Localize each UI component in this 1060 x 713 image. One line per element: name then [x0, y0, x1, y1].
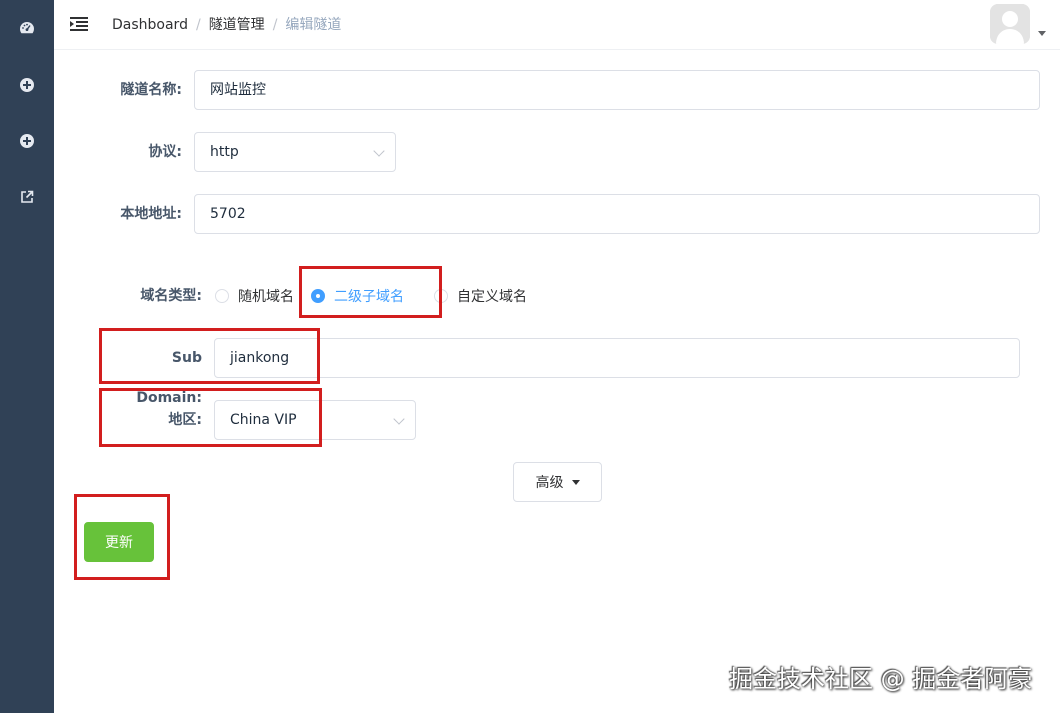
region-label: 地区: [168, 412, 202, 428]
protocol-label: 协议: [148, 144, 182, 160]
caret-down-icon [571, 479, 580, 485]
chevron-down-icon [393, 413, 405, 425]
radio-circle-icon [215, 289, 229, 303]
radio-circle-icon [434, 289, 448, 303]
dashboard-icon[interactable] [17, 18, 37, 38]
navbar: Dashboard / 隧道管理 / 编辑隧道 [54, 0, 1060, 50]
update-button[interactable]: 更新 [84, 522, 154, 562]
protocol-value: http [210, 144, 239, 160]
sidebar [0, 0, 54, 713]
radio-random-domain[interactable]: 随机域名 [215, 286, 294, 306]
avatar[interactable] [990, 4, 1030, 44]
radio-label: 随机域名 [238, 289, 294, 305]
breadcrumb-tunnel-management[interactable]: 隧道管理 [209, 16, 265, 34]
tunnel-name-input[interactable]: 网站监控 [194, 70, 1040, 110]
radio-label: 二级子域名 [334, 289, 404, 305]
breadcrumb-edit-tunnel: 编辑隧道 [285, 17, 342, 33]
breadcrumb-separator: / [272, 17, 278, 33]
local-address-input[interactable]: 5702 [194, 194, 1040, 234]
breadcrumb-separator: / [195, 17, 201, 33]
radio-circle-icon [311, 289, 325, 303]
region-select[interactable]: China VIP [214, 400, 416, 440]
domain-type-radio-group: 随机域名 二级子域名 自定义域名 [215, 282, 527, 310]
sub-domain-input[interactable]: jiankong [214, 338, 1020, 378]
breadcrumb: Dashboard / 隧道管理 / 编辑隧道 [112, 16, 341, 34]
protocol-select[interactable]: http [194, 132, 396, 172]
plus-circle-icon[interactable] [17, 75, 37, 95]
caret-down-icon[interactable] [1038, 31, 1046, 36]
chevron-down-icon [373, 145, 385, 157]
radio-label: 自定义域名 [457, 289, 527, 305]
domain-type-label: 域名类型: [140, 288, 202, 304]
radio-custom-domain[interactable]: 自定义域名 [434, 286, 527, 306]
breadcrumb-dashboard[interactable]: Dashboard [112, 16, 188, 34]
radio-sub-domain[interactable]: 二级子域名 [311, 286, 404, 306]
tunnel-name-label: 隧道名称: [120, 82, 182, 98]
local-address-label: 本地地址: [120, 206, 182, 222]
external-link-icon[interactable] [17, 187, 37, 207]
hamburger-icon[interactable] [70, 16, 88, 32]
region-value: China VIP [230, 412, 297, 428]
sub-domain-label: Sub Domain: [136, 350, 202, 406]
watermark: 掘金技术社区 @ 掘金者阿豪 [729, 665, 1033, 693]
advanced-label: 高级 [535, 475, 564, 491]
update-label: 更新 [105, 535, 133, 551]
plus-circle-icon[interactable] [17, 131, 37, 151]
advanced-button[interactable]: 高级 [513, 462, 602, 502]
